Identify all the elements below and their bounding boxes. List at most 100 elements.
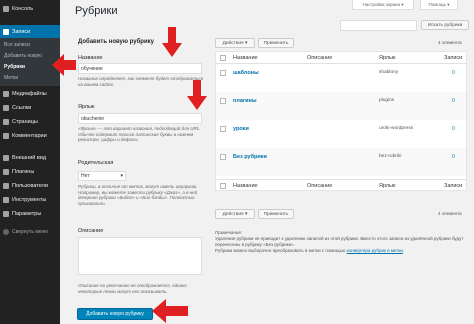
sidebar-item-comments[interactable]: Комментарии — [0, 129, 60, 142]
category-count[interactable]: 0 — [452, 126, 455, 132]
sidebar-item-label: Параметры — [12, 210, 42, 217]
screen-options-label: Настройки экрана — [362, 2, 401, 7]
converter-link[interactable]: конвертера рубрик в метки — [347, 248, 403, 253]
column-description[interactable]: Описание — [307, 55, 332, 61]
sidebar-item-label: Комментарии — [12, 132, 47, 139]
category-name-link[interactable]: плагины — [233, 98, 257, 104]
bulk-actions-select-bottom[interactable]: Действия ▾ — [215, 209, 255, 219]
settings-icon — [3, 210, 9, 217]
column-name[interactable]: Название — [233, 55, 258, 61]
category-slug: shablony — [379, 70, 399, 75]
categories-table: Название Описание Ярлык Записи шаблоны s… — [215, 51, 467, 191]
bulk-actions-select-top[interactable]: Действия ▾ — [215, 38, 255, 48]
sidebar-item-plugins[interactable]: Плагины — [0, 165, 60, 178]
column-name-footer[interactable]: Название — [233, 183, 258, 189]
sidebar-item-posts[interactable]: Записи — [0, 25, 60, 38]
select-all-checkbox[interactable] — [220, 55, 226, 61]
notes-line-2-text: Рубрики можно выборочно преобразовать в … — [215, 248, 347, 253]
page-title: Рубрики — [75, 5, 118, 17]
red-arrow-left-icon — [152, 299, 188, 323]
category-count[interactable]: 0 — [452, 70, 455, 76]
table-footer: Название Описание Ярлык Записи — [216, 179, 466, 191]
admin-sidebar: Консоль Записи Все записи Добавить новую… — [0, 0, 60, 324]
sidebar-item-tools[interactable]: Инструменты — [0, 193, 60, 206]
slug-value: obuchenie — [81, 115, 105, 122]
table-row: уроки uroki-wordpress 0 — [216, 120, 466, 148]
collapse-label: Свернуть меню — [12, 229, 49, 235]
collapse-icon — [3, 229, 9, 235]
parent-select[interactable]: Нет ▾ — [78, 171, 126, 181]
row-checkbox[interactable] — [220, 154, 226, 160]
submenu-add-new[interactable]: Добавить новую — [0, 51, 60, 61]
row-checkbox[interactable] — [220, 70, 226, 76]
brush-icon — [3, 154, 9, 161]
bulk-actions-label: Действия — [222, 211, 244, 217]
category-count[interactable]: 0 — [452, 98, 455, 104]
users-icon — [3, 182, 9, 189]
table-row: шаблоны shablony 0 — [216, 64, 466, 92]
screen-options-button[interactable]: Настройки экрана ▾ — [352, 0, 414, 10]
category-slug: bez-rubriki — [379, 154, 402, 159]
sidebar-item-label: Внешний вид — [12, 154, 47, 161]
comment-icon — [3, 132, 9, 139]
category-count[interactable]: 0 — [452, 154, 455, 160]
notes-line-1: Удаление рубрики не приводит к удалению … — [215, 236, 464, 247]
column-slug-footer[interactable]: Ярлык — [379, 183, 395, 189]
sidebar-item-appearance[interactable]: Внешний вид — [0, 151, 60, 164]
slug-description: «Ярлык» — это вариант названия, подходящ… — [78, 126, 201, 142]
name-field[interactable]: обучение — [78, 63, 202, 74]
sidebar-item-label: Медиафайлы — [12, 90, 47, 97]
sidebar-item-label: Записи — [12, 28, 31, 35]
sidebar-item-pages[interactable]: Страницы — [0, 115, 60, 128]
parent-description: Рубрики, в отличие от меток, могут иметь… — [78, 184, 198, 206]
help-label: Помощь — [428, 2, 446, 7]
dashboard-icon — [3, 5, 9, 12]
category-name-link[interactable]: шаблоны — [233, 70, 259, 76]
tools-icon — [3, 196, 9, 203]
submenu-tags[interactable]: Метки — [0, 73, 60, 83]
items-count-bottom: 4 элемента — [438, 211, 462, 216]
name-label: Название — [78, 55, 103, 61]
category-name-link[interactable]: Без рубрики — [233, 154, 267, 160]
sidebar-item-label: Страницы — [12, 118, 38, 125]
sidebar-item-label: Инструменты — [12, 196, 47, 203]
sidebar-item-label: Плагины — [12, 168, 35, 175]
items-count-top: 4 элемента — [438, 40, 462, 45]
description-textarea[interactable] — [78, 237, 202, 275]
sidebar-item-dashboard[interactable]: Консоль — [0, 2, 60, 15]
row-checkbox[interactable] — [220, 98, 226, 104]
red-arrow-down-icon — [187, 80, 207, 110]
notes-block: Примечание: Удаление рубрики не приводит… — [215, 230, 467, 254]
parent-value: Нет — [81, 173, 90, 179]
collapse-menu-button[interactable]: Свернуть меню — [0, 226, 60, 238]
category-name-link[interactable]: уроки — [233, 126, 249, 132]
column-count-footer[interactable]: Записи — [444, 183, 462, 189]
slug-field[interactable]: obuchenie — [78, 113, 202, 124]
column-slug[interactable]: Ярлык — [379, 55, 395, 61]
notes-line-2-end: . — [402, 248, 405, 253]
column-count[interactable]: Записи — [444, 55, 462, 61]
sidebar-item-label: Ссылки — [12, 104, 32, 111]
add-category-button[interactable]: Добавить новую рубрику — [77, 308, 153, 320]
apply-button-bottom[interactable]: Применить — [258, 209, 294, 219]
submenu-categories[interactable]: Рубрики — [0, 62, 60, 72]
submenu-all-posts[interactable]: Все записи — [0, 40, 60, 50]
search-categories-button[interactable]: Искать рубрики — [421, 20, 469, 30]
column-description-footer[interactable]: Описание — [307, 183, 332, 189]
help-button[interactable]: Помощь ▾ — [420, 0, 458, 10]
sidebar-item-users[interactable]: Пользователи — [0, 179, 60, 192]
chevron-down-icon: ▾ — [120, 173, 123, 179]
sidebar-item-links[interactable]: Ссылки — [0, 101, 60, 114]
notes-line-2: Рубрики можно выборочно преобразовать в … — [215, 248, 467, 254]
add-category-heading: Добавить новую рубрику — [78, 39, 155, 45]
apply-button-top[interactable]: Применить — [258, 38, 294, 48]
red-arrow-down-icon — [162, 27, 182, 57]
search-input[interactable] — [340, 20, 417, 31]
row-checkbox[interactable] — [220, 126, 226, 132]
sidebar-item-settings[interactable]: Параметры — [0, 207, 60, 220]
slug-label: Ярлык — [78, 104, 95, 110]
sidebar-item-media[interactable]: Медиафайлы — [0, 87, 60, 100]
select-all-checkbox-bottom[interactable] — [220, 183, 226, 189]
page-icon — [3, 118, 9, 125]
sidebar-item-label: Пользователи — [12, 182, 48, 189]
